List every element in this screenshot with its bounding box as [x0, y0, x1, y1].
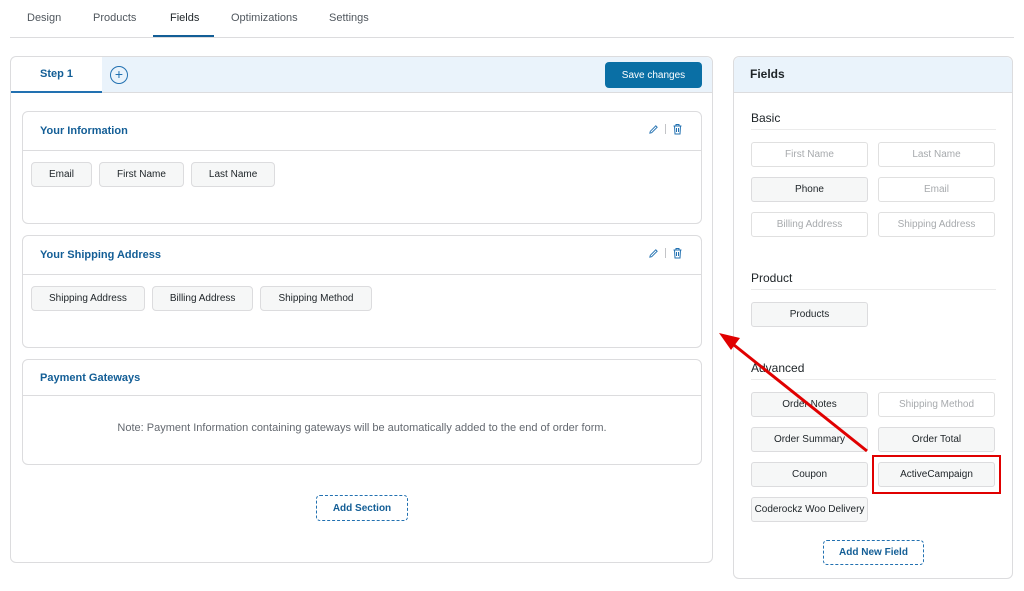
field-phone[interactable]: Phone: [751, 177, 868, 202]
form-builder-panel: Step 1 + Save changes Your Information E…: [10, 56, 713, 563]
annotation-highlight-box: [872, 455, 1001, 494]
field-coupon[interactable]: Coupon: [751, 462, 868, 487]
add-new-field-button[interactable]: Add New Field: [823, 540, 924, 565]
field-chip-first-name[interactable]: First Name: [99, 162, 184, 187]
section-your-shipping-address: Your Shipping Address Shipping Address B…: [22, 235, 702, 348]
plus-circle-icon: +: [114, 66, 124, 82]
tab-fields[interactable]: Fields: [170, 12, 199, 24]
field-shipping-address: Shipping Address: [878, 212, 995, 237]
tab-design[interactable]: Design: [27, 12, 61, 24]
tab-optimizations[interactable]: Optimizations: [231, 12, 298, 24]
field-order-notes[interactable]: Order Notes: [751, 392, 868, 417]
section-title: Your Shipping Address: [40, 249, 162, 261]
active-tab-indicator: [153, 35, 214, 37]
section-payment-gateways: Payment Gateways Note: Payment Informati…: [22, 359, 702, 465]
field-chip-email[interactable]: Email: [31, 162, 93, 187]
group-title-product: Product: [751, 271, 793, 285]
trash-icon[interactable]: [672, 123, 683, 135]
group-divider: [751, 289, 996, 290]
field-chip-shipping-address[interactable]: Shipping Address: [31, 286, 145, 311]
section-fields: Email First Name Last Name: [31, 162, 276, 187]
field-coderockz-woo-delivery[interactable]: Coderockz Woo Delivery: [751, 497, 868, 522]
field-order-summary[interactable]: Order Summary: [751, 427, 868, 452]
step-bar: Step 1 + Save changes: [11, 57, 712, 93]
field-products[interactable]: Products: [751, 302, 868, 327]
field-order-total[interactable]: Order Total: [878, 427, 995, 452]
top-navigation: Design Products Fields Optimizations Set…: [10, 0, 1014, 38]
step-tab[interactable]: Step 1: [11, 57, 102, 93]
save-changes-button[interactable]: Save changes: [605, 62, 702, 88]
step-label: Step 1: [39, 68, 73, 80]
add-section-button[interactable]: Add Section: [316, 495, 408, 521]
group-title-advanced: Advanced: [751, 361, 805, 375]
field-first-name: First Name: [751, 142, 868, 167]
add-step-button[interactable]: +: [110, 66, 128, 84]
field-last-name: Last Name: [878, 142, 995, 167]
tab-settings[interactable]: Settings: [329, 12, 369, 24]
field-email: Email: [878, 177, 995, 202]
group-divider: [751, 379, 996, 380]
field-billing-address: Billing Address: [751, 212, 868, 237]
section-title: Your Information: [40, 125, 128, 137]
group-title-basic: Basic: [751, 111, 781, 125]
fields-title: Fields: [750, 67, 785, 81]
section-header: Your Shipping Address: [23, 236, 701, 275]
pencil-icon[interactable]: [648, 124, 659, 135]
section-header: Payment Gateways: [23, 360, 701, 396]
section-title: Payment Gateways: [40, 372, 141, 384]
section-fields: Shipping Address Billing Address Shippin…: [31, 286, 372, 311]
section-your-information: Your Information Email First Name Last N…: [22, 111, 702, 224]
fields-header: Fields: [734, 57, 1012, 93]
field-chip-last-name[interactable]: Last Name: [190, 162, 276, 187]
pencil-icon[interactable]: [648, 248, 659, 259]
group-divider: [751, 129, 996, 130]
trash-icon[interactable]: [672, 247, 683, 259]
icon-divider: [665, 248, 666, 258]
fields-sidebar: Fields Basic First Name Last Name Phone …: [733, 56, 1013, 579]
icon-divider: [665, 124, 666, 134]
payment-note: Note: Payment Information containing gat…: [117, 422, 607, 434]
field-chip-billing-address[interactable]: Billing Address: [151, 286, 254, 311]
section-header: Your Information: [23, 112, 701, 151]
field-shipping-method: Shipping Method: [878, 392, 995, 417]
field-chip-shipping-method[interactable]: Shipping Method: [260, 286, 372, 311]
tab-products[interactable]: Products: [93, 12, 136, 24]
